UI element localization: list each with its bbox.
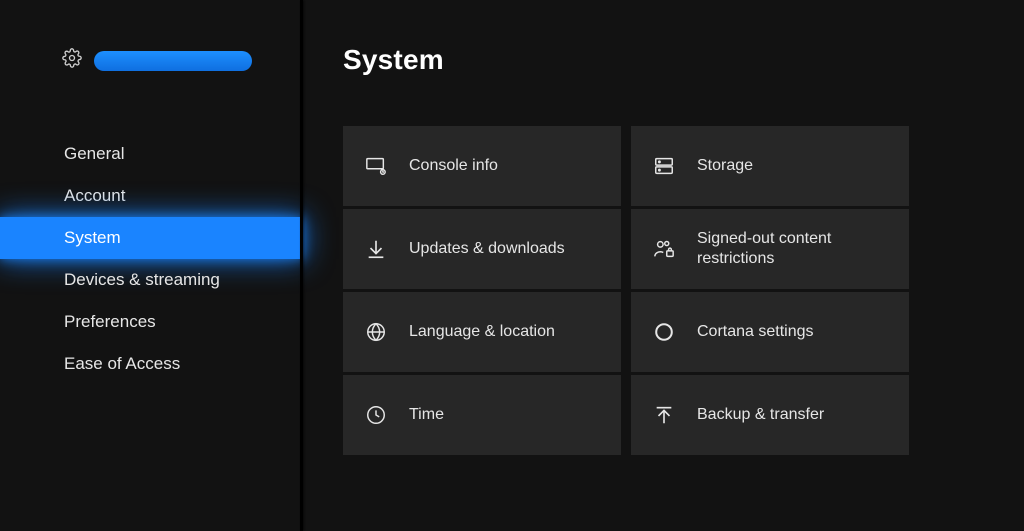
tile-time[interactable]: Time [343, 375, 621, 455]
tile-label: Signed-out content restrictions [697, 229, 909, 269]
tile-grid: Console info Updates & downloads [343, 126, 984, 455]
clock-icon [365, 404, 387, 426]
storage-icon [653, 155, 675, 177]
tile-storage[interactable]: Storage [631, 126, 909, 206]
sidebar-nav: General Account System Devices & streami… [0, 133, 303, 385]
sidebar-item-account[interactable]: Account [0, 175, 303, 217]
globe-icon [365, 321, 387, 343]
tile-language-location[interactable]: Language & location [343, 292, 621, 372]
sidebar-header [0, 0, 303, 73]
tile-console-info[interactable]: Console info [343, 126, 621, 206]
sidebar-item-label: System [64, 228, 121, 248]
sidebar-item-label: General [64, 144, 124, 164]
main-content: System Console info [303, 0, 1024, 531]
sidebar-item-preferences[interactable]: Preferences [0, 301, 303, 343]
tile-backup-transfer[interactable]: Backup & transfer [631, 375, 909, 455]
tile-label: Cortana settings [697, 322, 832, 342]
sidebar-item-general[interactable]: General [0, 133, 303, 175]
sidebar-item-label: Account [64, 186, 125, 206]
sidebar-item-ease-of-access[interactable]: Ease of Access [0, 343, 303, 385]
tile-column-right: Storage Signed-out content restrictions [631, 126, 909, 455]
header-search-pill[interactable] [94, 51, 252, 71]
sidebar-item-system[interactable]: System [0, 217, 303, 259]
tile-label: Backup & transfer [697, 405, 842, 425]
tile-cortana-settings[interactable]: Cortana settings [631, 292, 909, 372]
sidebar-item-label: Ease of Access [64, 354, 180, 374]
people-lock-icon [653, 238, 675, 260]
console-info-icon [365, 155, 387, 177]
tile-column-left: Console info Updates & downloads [343, 126, 621, 455]
tile-updates-downloads[interactable]: Updates & downloads [343, 209, 621, 289]
tile-label: Console info [409, 156, 516, 176]
gear-icon [62, 48, 82, 73]
download-icon [365, 238, 387, 260]
tile-label: Time [409, 405, 462, 425]
upload-icon [653, 404, 675, 426]
sidebar-item-devices-streaming[interactable]: Devices & streaming [0, 259, 303, 301]
tile-label: Storage [697, 156, 771, 176]
sidebar-item-label: Preferences [64, 312, 156, 332]
tile-label: Updates & downloads [409, 239, 583, 259]
tile-signed-out-restrictions[interactable]: Signed-out content restrictions [631, 209, 909, 289]
tile-label: Language & location [409, 322, 573, 342]
sidebar-item-label: Devices & streaming [64, 270, 220, 290]
sidebar: General Account System Devices & streami… [0, 0, 303, 531]
cortana-icon [653, 321, 675, 343]
page-title: System [343, 44, 984, 76]
